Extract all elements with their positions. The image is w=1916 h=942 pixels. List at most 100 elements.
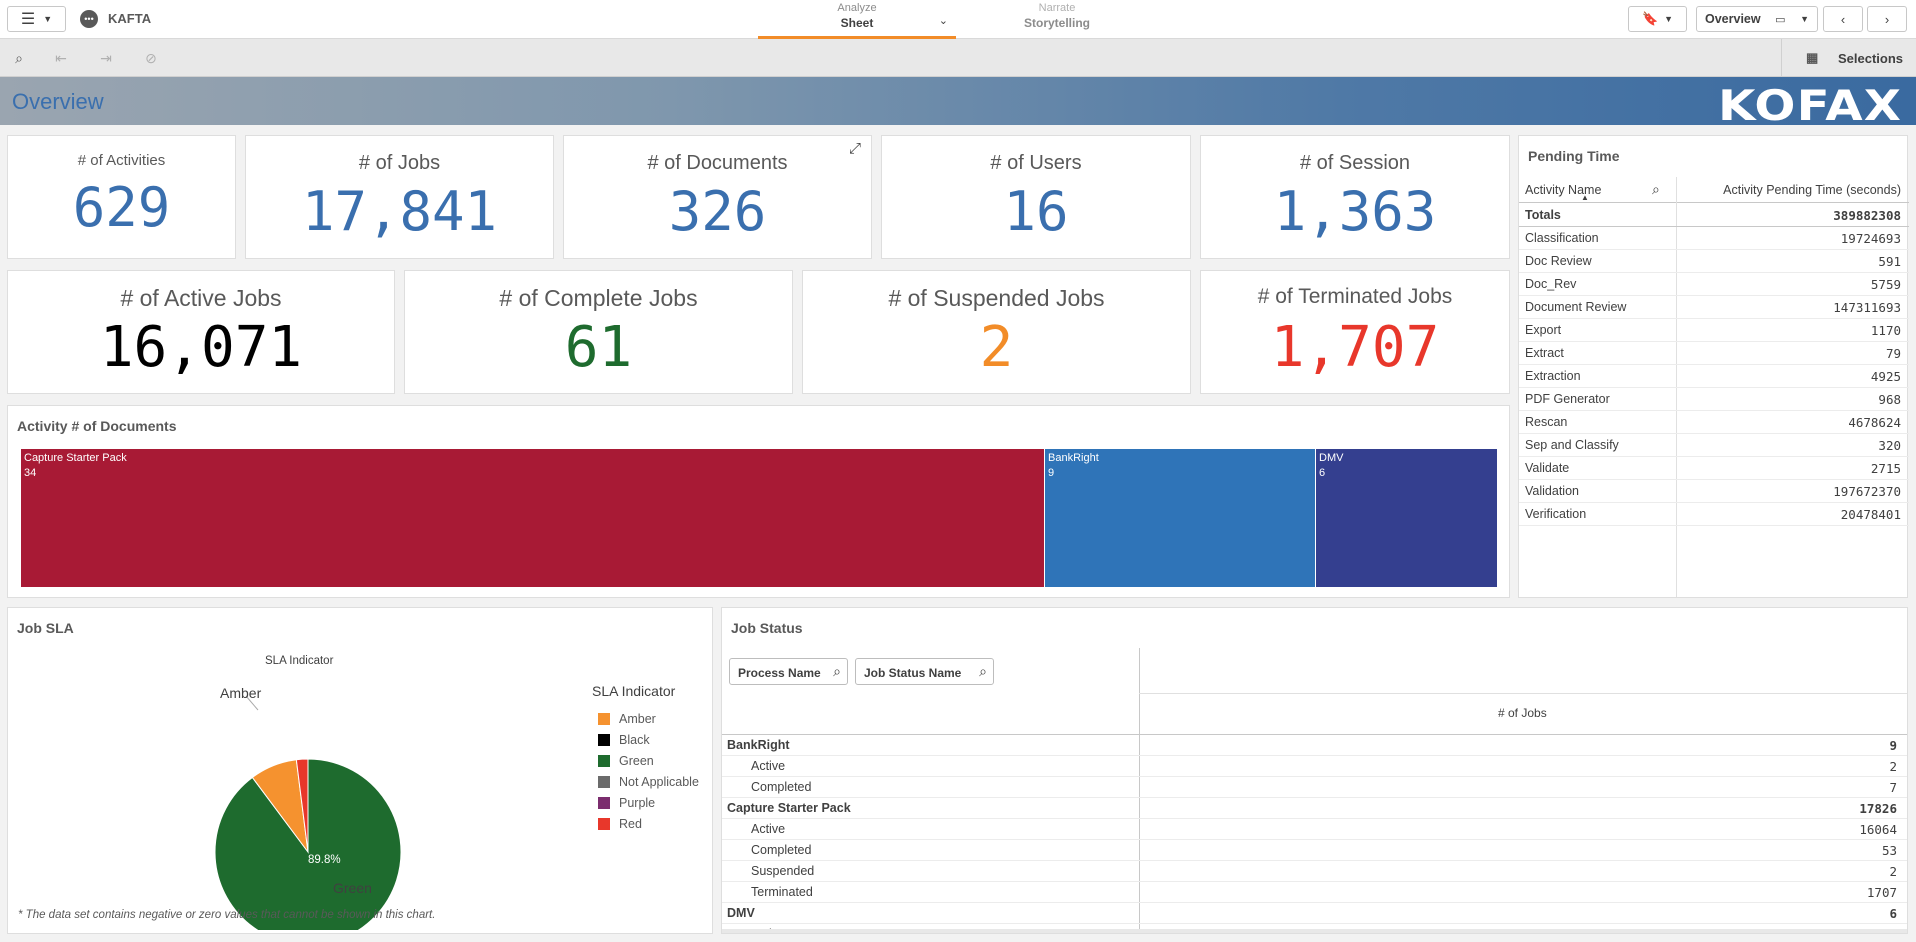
filter-process-name[interactable]: Process Name ⌕ (729, 658, 848, 685)
treemap-tile[interactable]: Capture Starter Pack 34 (21, 449, 1044, 587)
step-back-button[interactable]: ⇤ (48, 45, 74, 71)
pending-activity-name: Validate (1525, 461, 1570, 475)
kpi-users[interactable]: # of Users 16 (881, 135, 1191, 259)
col-header-jobs[interactable]: # of Jobs (1498, 706, 1547, 720)
legend-item[interactable]: Purple (598, 796, 655, 810)
filter-job-status-name[interactable]: Job Status Name ⌕ (855, 658, 994, 685)
pending-activity-value: 79 (1885, 346, 1901, 361)
kpi-value: 61 (564, 315, 633, 380)
pending-activity-value: 320 (1878, 438, 1901, 453)
kpi-value: 629 (72, 176, 171, 239)
sheet-selector[interactable]: Overview ▭ ▼ (1696, 6, 1818, 32)
tab-analyze-sheet[interactable]: Analyze Sheet ⌄ (758, 0, 956, 39)
legend-item[interactable]: Red (598, 817, 642, 831)
pending-activity-value: 197672370 (1833, 484, 1901, 499)
pending-row[interactable]: Verification 20478401 (1519, 503, 1909, 526)
pending-row[interactable]: Document Review 147311693 (1519, 296, 1909, 319)
tile-label: DMV (1319, 452, 1344, 464)
kpi-active-jobs[interactable]: # of Active Jobs 16,071 (7, 270, 395, 394)
col-activity-name[interactable]: Activity Name (1525, 183, 1601, 197)
col-pending-time[interactable]: Activity Pending Time (seconds) (1723, 183, 1901, 197)
menu-button[interactable]: ☰ ▼ (7, 6, 66, 32)
pivot-row[interactable]: Completed 7 (722, 777, 1907, 798)
top-bar: ☰ ▼ ••• KAFTA Analyze Sheet ⌄ Narrate St… (0, 0, 1916, 39)
kpi-suspended-jobs[interactable]: # of Suspended Jobs 2 (802, 270, 1191, 394)
pivot-row-label: BankRight (727, 738, 790, 752)
bookmark-icon: 🔖 (1641, 11, 1659, 26)
legend-item[interactable]: Amber (598, 712, 656, 726)
pending-row[interactable]: Classification 19724693 (1519, 227, 1909, 250)
pending-row[interactable]: Doc_Rev 5759 (1519, 273, 1909, 296)
pending-row[interactable]: PDF Generator 968 (1519, 388, 1909, 411)
pending-row[interactable]: Export 1170 (1519, 319, 1909, 342)
pending-row[interactable]: Rescan 4678624 (1519, 411, 1909, 434)
app-title: KAFTA (108, 11, 152, 26)
pending-header-row: Activity Name ⌕ ▲ Activity Pending Time … (1519, 177, 1909, 597)
kpi-jobs[interactable]: # of Jobs 17,841 (245, 135, 554, 259)
pending-row[interactable]: Validate 2715 (1519, 457, 1909, 480)
previous-sheet-button[interactable]: ‹ (1823, 6, 1863, 32)
search-icon: ⌕ (833, 663, 841, 679)
pivot-row[interactable]: Terminated 1707 (722, 882, 1907, 903)
pivot-row[interactable]: Active 16064 (722, 819, 1907, 840)
legend-item[interactable]: Not Applicable (598, 775, 699, 789)
kpi-activities[interactable]: # of Activities 629 (7, 135, 236, 259)
legend-item[interactable]: Green (598, 754, 654, 768)
tab-narrate-storytelling[interactable]: Narrate Storytelling (958, 0, 1156, 39)
pending-activity-name: PDF Generator (1525, 392, 1610, 406)
pivot-row-label: Completed (751, 843, 812, 857)
kpi-documents[interactable]: # of Documents 326 ⤢ (563, 135, 872, 259)
clear-selections-button[interactable]: ⊘ (138, 45, 164, 71)
scrollbar[interactable] (722, 929, 1907, 933)
kpi-terminated-jobs[interactable]: # of Terminated Jobs 1,707 (1200, 270, 1510, 394)
search-icon[interactable]: ⌕ (1652, 181, 1660, 198)
kpi-session[interactable]: # of Session 1,363 (1200, 135, 1510, 259)
pivot-row[interactable]: Active 2 (722, 756, 1907, 777)
bookmark-button[interactable]: 🔖 ▼ (1628, 6, 1687, 32)
kpi-label: # of Activities (77, 152, 166, 169)
panel-title: Activity # of Documents (17, 418, 177, 434)
pending-row[interactable]: Doc Review 591 (1519, 250, 1909, 273)
kpi-label: # of Jobs (358, 152, 441, 174)
pending-row[interactable]: Extract 79 (1519, 342, 1909, 365)
pending-activity-name: Doc Review (1525, 254, 1592, 268)
expand-icon[interactable]: ⤢ (849, 140, 861, 157)
pending-row[interactable]: Sep and Classify 320 (1519, 434, 1909, 457)
pivot-row[interactable]: Completed 53 (722, 840, 1907, 861)
storytelling-label: Storytelling (1023, 16, 1090, 30)
pivot-row-value: 2 (1889, 864, 1897, 879)
treemap-tile[interactable]: DMV 6 (1316, 449, 1497, 587)
legend-item[interactable]: Black (598, 733, 650, 747)
legend-swatch (598, 755, 610, 767)
pivot-row[interactable]: BankRight 9 (722, 735, 1907, 756)
pending-row[interactable]: Validation 197672370 (1519, 480, 1909, 503)
kpi-complete-jobs[interactable]: # of Complete Jobs 61 (404, 270, 793, 394)
step-forward-button[interactable]: ⇥ (93, 45, 119, 71)
chevron-down-icon[interactable]: ⌄ (939, 14, 948, 27)
pending-activity-name: Doc_Rev (1525, 277, 1577, 291)
pivot-row[interactable]: Suspended 2 (722, 861, 1907, 882)
next-sheet-button[interactable]: › (1867, 6, 1907, 32)
pivot-row[interactable]: DMV 6 (722, 903, 1907, 924)
narrate-label: Narrate (1038, 2, 1076, 14)
totals-label: Totals (1525, 208, 1561, 222)
treemap-tile[interactable]: BankRight 9 (1045, 449, 1315, 587)
sheet-label: Sheet (840, 16, 874, 30)
pivot-row-label: Active (751, 822, 786, 836)
caret-down-icon: ▼ (1800, 14, 1809, 24)
chevron-right-icon: › (1884, 11, 1890, 27)
tile-value: 9 (1048, 467, 1055, 479)
brand-logo: KOFAX (1717, 81, 1902, 130)
sheet-thumbnail-icon: ▭ (1775, 13, 1786, 26)
kpi-value: 16,071 (99, 315, 303, 380)
pending-activity-value: 19724693 (1840, 231, 1901, 246)
page-title: Overview (12, 89, 104, 114)
kpi-label: # of Session (1299, 152, 1411, 174)
pivot-row[interactable]: Capture Starter Pack 17826 (722, 798, 1907, 819)
filter-label: Job Status Name (864, 666, 962, 680)
pending-row[interactable]: Extraction 4925 (1519, 365, 1909, 388)
smart-search-button[interactable]: ⌕ (6, 45, 32, 71)
selections-button[interactable]: ▦ Selections (1781, 39, 1916, 77)
pivot-row-label: Terminated (751, 885, 813, 899)
search-icon: ⌕ (15, 49, 23, 66)
